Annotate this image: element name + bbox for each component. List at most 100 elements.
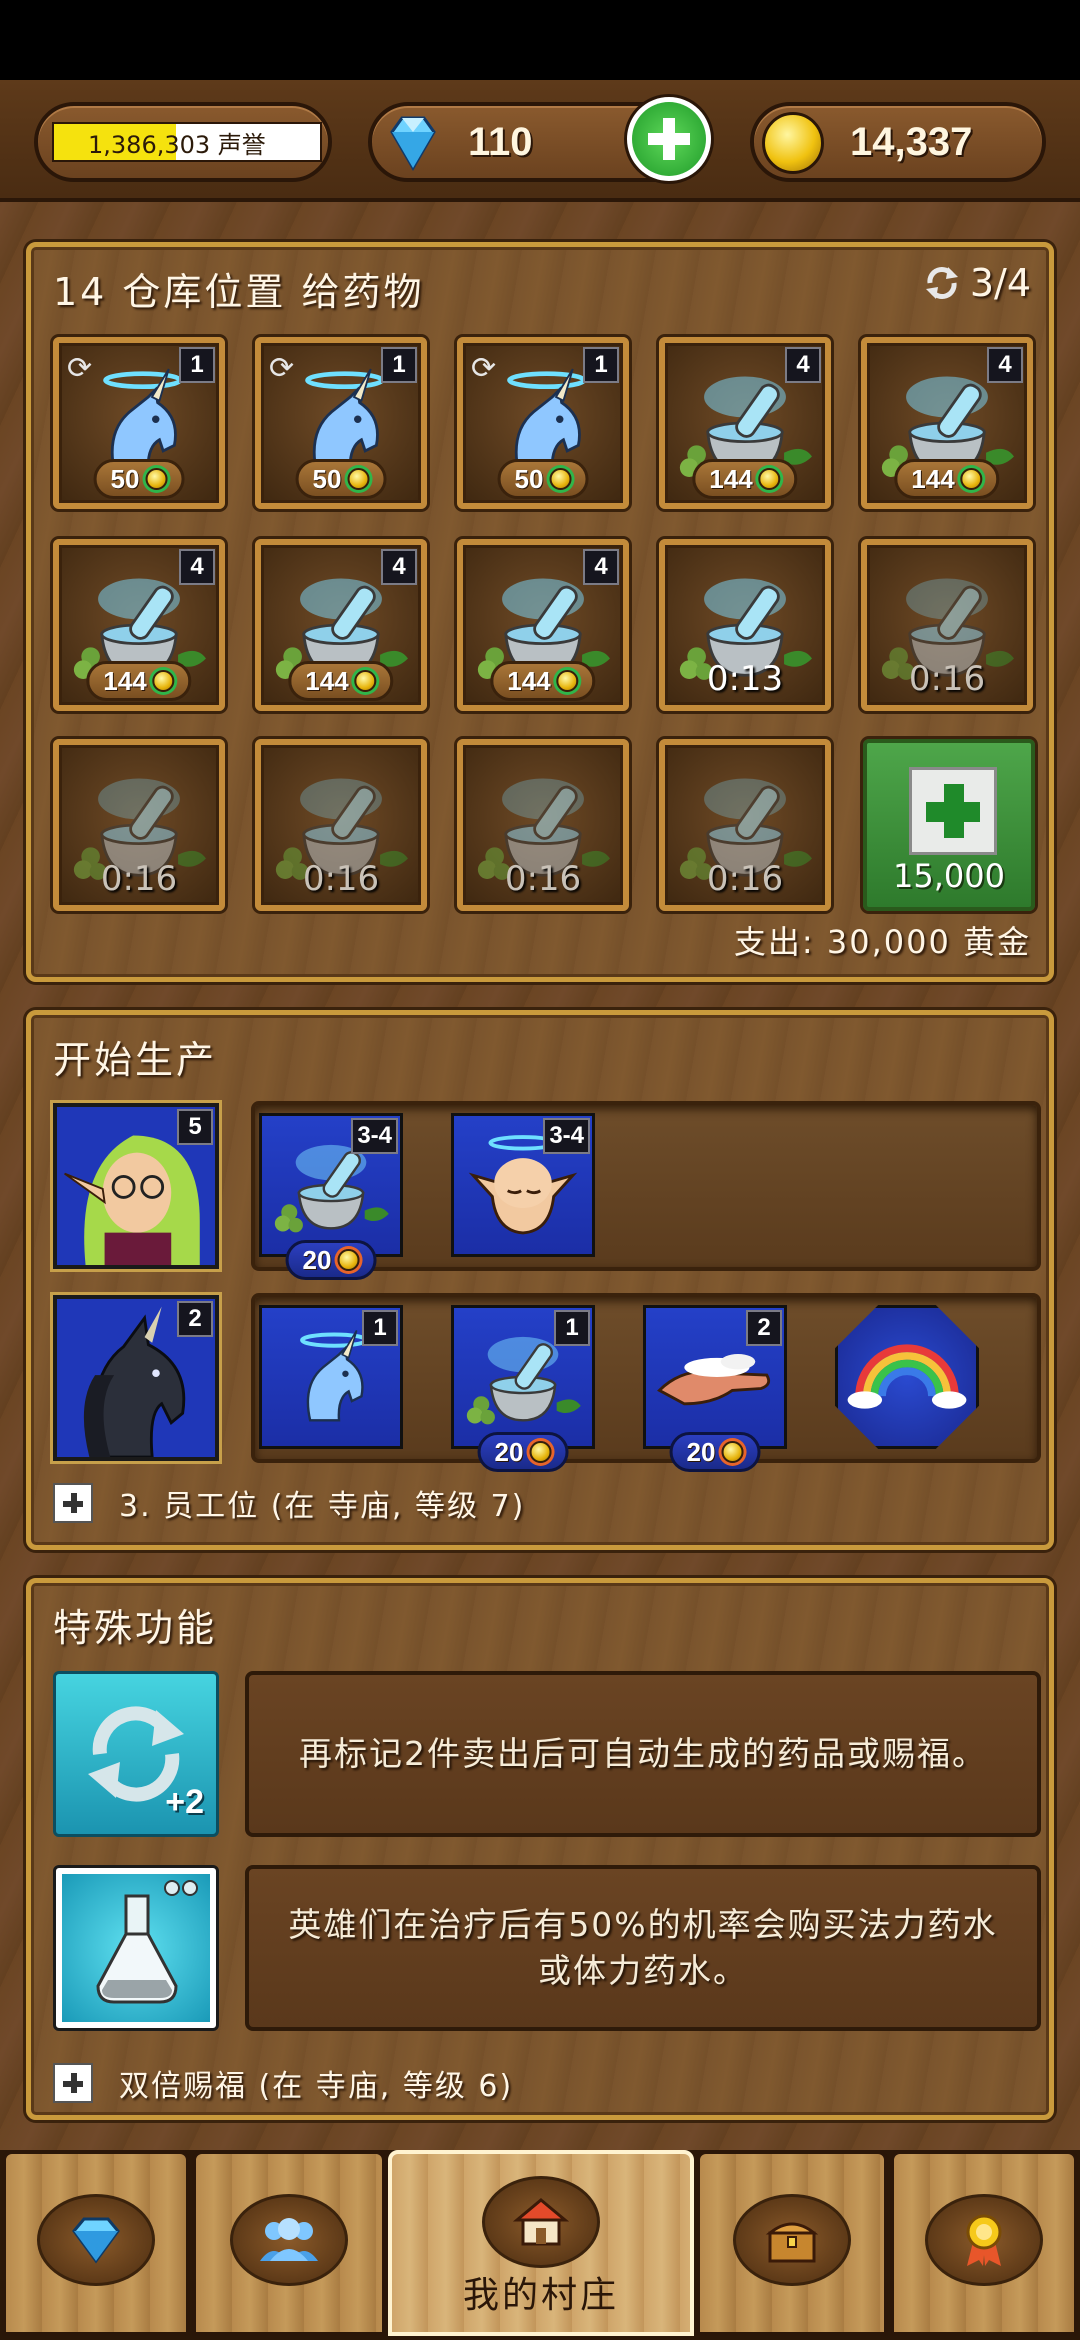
worker-level-badge: 5 bbox=[177, 1109, 213, 1145]
feature-description: 英雄们在治疗后有50%的机率会购买法力药水或体力药水。 bbox=[245, 1865, 1041, 2031]
buy-gems-button[interactable] bbox=[624, 94, 714, 184]
production-timer: 0:16 bbox=[504, 859, 582, 899]
achievement-medal-icon bbox=[925, 2194, 1043, 2286]
auto-restock-counter: 3/4 bbox=[922, 261, 1031, 305]
heroes-icon bbox=[230, 2194, 348, 2286]
tab-shop[interactable] bbox=[2, 2150, 190, 2336]
fame-counter: 1,386,303 声誉 bbox=[34, 102, 332, 182]
buy-storage-slot-button[interactable]: 15,000 bbox=[863, 739, 1035, 911]
storage-slot[interactable]: ⟳ 1 50 bbox=[457, 337, 629, 509]
gold-coin-icon bbox=[529, 1441, 552, 1463]
potion-flask-icon bbox=[53, 1865, 219, 2031]
production-cost-value: 20 bbox=[302, 1244, 332, 1275]
storage-slot[interactable]: 0:16 bbox=[861, 539, 1033, 711]
production-timer: 0:16 bbox=[100, 859, 178, 899]
production-cost: 20 bbox=[669, 1432, 761, 1472]
sell-price-value: 50 bbox=[514, 463, 544, 494]
storage-slot[interactable]: 4 144 bbox=[659, 337, 831, 509]
plus-icon bbox=[909, 767, 997, 855]
sell-price: 50 bbox=[93, 459, 185, 499]
tab-achievements[interactable] bbox=[890, 2150, 1078, 2336]
production-cost: 20 bbox=[477, 1432, 569, 1472]
storage-title: 14 仓库位置 给药物 bbox=[53, 270, 425, 314]
storage-slot[interactable]: 0:13 bbox=[659, 539, 831, 711]
diamond-icon bbox=[390, 116, 436, 171]
quantity-badge: 1 bbox=[362, 1310, 398, 1346]
gold-coin-icon bbox=[347, 468, 370, 490]
production-cost-value: 20 bbox=[686, 1436, 716, 1467]
production-timer: 0:13 bbox=[706, 659, 784, 699]
quantity-badge: 2 bbox=[746, 1310, 782, 1346]
production-title: 开始生产 bbox=[53, 1038, 218, 1082]
gem-counter[interactable]: 110 bbox=[368, 94, 714, 184]
gold-coin-icon bbox=[549, 468, 572, 490]
storage-slot[interactable]: 4 144 bbox=[53, 539, 225, 711]
storage-slot[interactable]: 0:16 bbox=[659, 739, 831, 911]
gold-count: 14,337 bbox=[850, 119, 973, 164]
gold-coin-icon bbox=[721, 1441, 744, 1463]
app-root: 1,386,303 声誉 110 14,337 14 仓库位置 给药物 3/4 … bbox=[0, 0, 1080, 2340]
sell-price: 50 bbox=[295, 459, 387, 499]
gold-coin-icon bbox=[556, 670, 579, 692]
recycle-icon bbox=[925, 267, 958, 299]
sell-price: 144 bbox=[490, 661, 596, 701]
storage-slot[interactable]: 0:16 bbox=[255, 739, 427, 911]
plus-icon bbox=[53, 2063, 93, 2103]
quantity-badge: 4 bbox=[179, 549, 215, 585]
quantity-badge: 1 bbox=[583, 347, 619, 383]
sell-price: 144 bbox=[288, 661, 394, 701]
rainbow-blessing-icon bbox=[847, 1344, 967, 1409]
sell-price: 144 bbox=[86, 661, 192, 701]
gold-coin-icon bbox=[152, 670, 175, 692]
storage-slot[interactable]: 4 144 bbox=[255, 539, 427, 711]
tab-my-village[interactable]: 我的村庄 bbox=[388, 2150, 694, 2336]
sell-price-value: 50 bbox=[110, 463, 140, 494]
storage-slot[interactable]: 4 144 bbox=[861, 337, 1033, 509]
auto-restock-count: 3/4 bbox=[969, 261, 1031, 305]
sell-price: 144 bbox=[894, 459, 1000, 499]
fame-progress-bar: 1,386,303 声誉 bbox=[52, 122, 322, 162]
produce-item-button[interactable]: 1 bbox=[259, 1305, 403, 1449]
fame-label: 1,386,303 声誉 bbox=[88, 130, 266, 159]
worker-level-badge: 2 bbox=[177, 1301, 213, 1337]
gold-coin-icon bbox=[354, 670, 377, 692]
storage-slot[interactable]: 0:16 bbox=[53, 739, 225, 911]
storage-panel: 14 仓库位置 给药物 3/4 ⟳ 1 50 ⟳ 1 50 ⟳ 1 50 4 144 4 144 4 144… bbox=[26, 242, 1054, 982]
sell-price: 50 bbox=[497, 459, 589, 499]
quantity-badge: 3-4 bbox=[543, 1118, 590, 1154]
gold-coin-icon bbox=[145, 468, 168, 490]
production-timer: 0:16 bbox=[908, 659, 986, 699]
tab-my-village-label: 我的村庄 bbox=[462, 2275, 619, 2316]
auto-restock-icon: +2 bbox=[53, 1671, 219, 1837]
elf-worker-portrait[interactable]: 5 bbox=[53, 1103, 219, 1269]
recycle-icon: ⟳ bbox=[471, 351, 497, 386]
gold-coin-icon bbox=[758, 468, 781, 490]
storage-slot[interactable]: 4 144 bbox=[457, 539, 629, 711]
add-feature-row[interactable]: 双倍赐福 (在 寺庙, 等级 6) bbox=[53, 2061, 513, 2105]
gold-counter: 14,337 bbox=[750, 102, 1046, 182]
sell-price-value: 144 bbox=[305, 665, 349, 696]
produce-item-button[interactable]: 2 20 bbox=[643, 1305, 787, 1472]
tab-treasure[interactable] bbox=[696, 2150, 888, 2336]
produce-item-button[interactable]: 3-4 bbox=[451, 1113, 595, 1257]
storage-slot[interactable]: ⟳ 1 50 bbox=[53, 337, 225, 509]
plus-icon bbox=[632, 102, 706, 176]
sell-price-value: 144 bbox=[507, 665, 551, 696]
storage-slot[interactable]: ⟳ 1 50 bbox=[255, 337, 427, 509]
production-cost-value: 20 bbox=[494, 1436, 524, 1467]
unicorn-worker-portrait[interactable]: 2 bbox=[53, 1295, 219, 1461]
add-worker-row[interactable]: 3. 员工位 (在 寺庙, 等级 7) bbox=[53, 1481, 525, 1525]
production-timer: 0:16 bbox=[302, 859, 380, 899]
tab-heroes[interactable] bbox=[192, 2150, 386, 2336]
produce-item-button[interactable]: 1 20 bbox=[451, 1305, 595, 1472]
produce-item-button[interactable]: 3-4 20 bbox=[259, 1113, 403, 1280]
gem-count: 110 bbox=[468, 119, 533, 164]
gold-coin-icon bbox=[960, 468, 983, 490]
recycle-icon: ⟳ bbox=[269, 351, 295, 386]
gem-shop-icon bbox=[37, 2194, 155, 2286]
sell-price-value: 144 bbox=[911, 463, 955, 494]
quantity-badge: 3-4 bbox=[351, 1118, 398, 1154]
quantity-badge: 4 bbox=[381, 549, 417, 585]
storage-slot[interactable]: 0:16 bbox=[457, 739, 629, 911]
quantity-badge: 4 bbox=[583, 549, 619, 585]
